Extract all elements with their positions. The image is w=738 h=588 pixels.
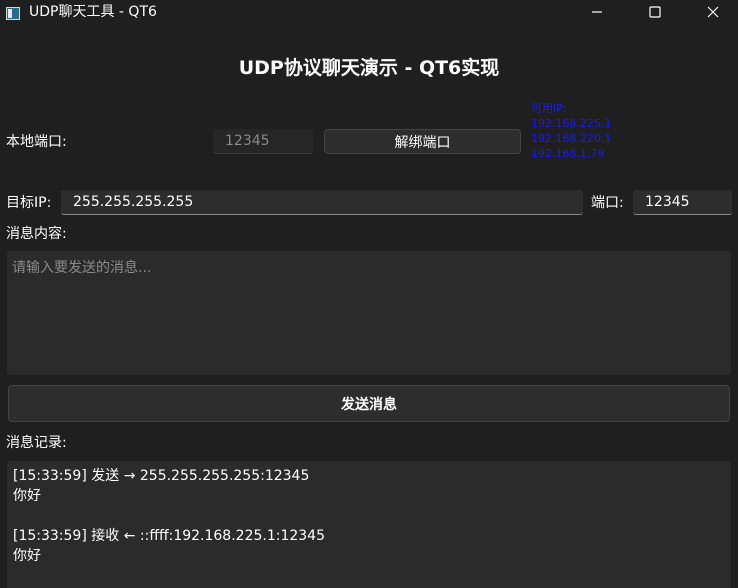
message-input[interactable]: 请输入要发送的消息... xyxy=(7,251,731,375)
log-label: 消息记录: xyxy=(6,435,67,451)
available-ip-item: 192.168.225.1 xyxy=(531,117,612,130)
minimize-icon xyxy=(592,11,602,13)
page-heading: UDP协议聊天演示 - QT6实现 xyxy=(238,57,500,79)
maximize-icon xyxy=(649,6,661,18)
message-log[interactable]: [15:33:59] 发送 → 255.255.255.255:12345 你好… xyxy=(7,461,731,588)
available-ip-label: 可用IP: xyxy=(531,102,567,115)
target-ip-input[interactable]: 255.255.255.255 xyxy=(61,190,583,215)
window-title: UDP聊天工具 - QT6 xyxy=(29,4,157,20)
available-ip-item: 192.168.220.1 xyxy=(531,132,612,145)
app-window: UDP聊天工具 - QT6 UDP协议聊天演示 - QT6实现 本地端口: 12… xyxy=(0,0,738,588)
title-bar[interactable]: UDP聊天工具 - QT6 xyxy=(0,0,738,24)
log-entry-text: 你好 xyxy=(13,548,41,564)
log-entry-header: [15:33:59] 接收 ← ::ffff:192.168.225.1:123… xyxy=(13,528,325,544)
close-button[interactable] xyxy=(690,0,736,24)
close-icon xyxy=(707,6,719,18)
message-label: 消息内容: xyxy=(6,226,67,242)
log-entry-text: 你好 xyxy=(13,488,41,504)
send-message-button[interactable]: 发送消息 xyxy=(8,385,730,422)
local-port-label: 本地端口: xyxy=(6,134,67,150)
maximize-button[interactable] xyxy=(632,0,678,24)
app-icon xyxy=(6,5,20,20)
available-ip-list: 可用IP: 192.168.225.1 192.168.220.1 192.16… xyxy=(531,101,611,161)
unbind-port-button[interactable]: 解绑端口 xyxy=(324,129,521,154)
minimize-button[interactable] xyxy=(574,0,620,24)
target-port-label: 端口: xyxy=(591,195,624,211)
log-entry-header: [15:33:59] 发送 → 255.255.255.255:12345 xyxy=(13,468,310,484)
target-ip-label: 目标IP: xyxy=(6,195,52,211)
log-entry: [15:33:59] 发送 → 255.255.255.255:12345 你好 xyxy=(13,466,725,506)
available-ip-item: 192.168.1.79 xyxy=(531,147,605,160)
log-entry: [15:33:59] 接收 ← ::ffff:192.168.225.1:123… xyxy=(13,526,725,566)
local-port-input[interactable]: 12345 xyxy=(213,129,313,154)
target-port-input[interactable]: 12345 xyxy=(633,190,732,215)
